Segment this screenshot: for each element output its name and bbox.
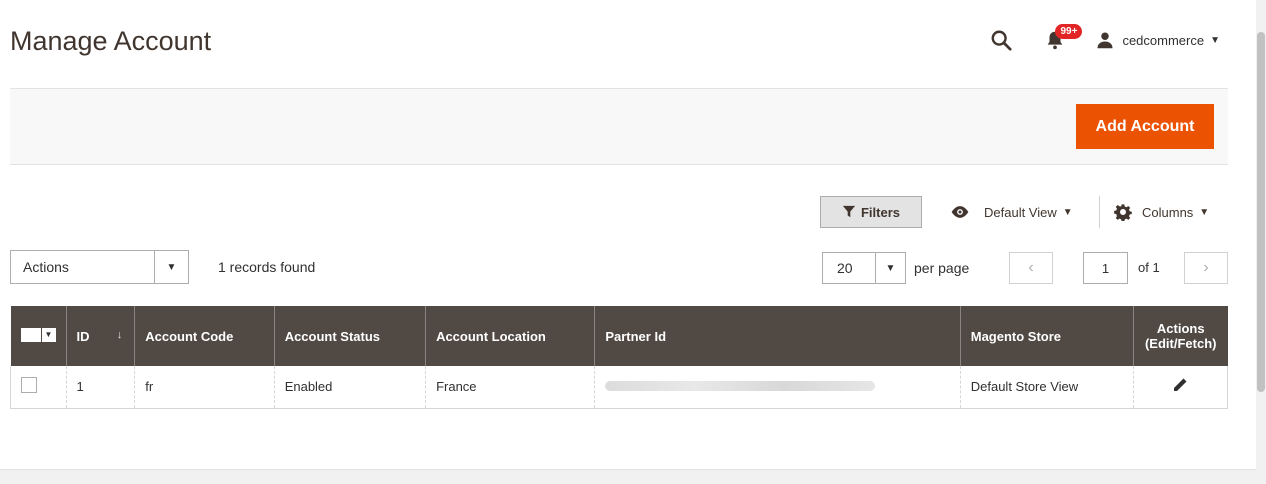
notifications[interactable]: 99+ [1044,24,1083,51]
vertical-scrollbar[interactable] [1256,0,1266,484]
accounts-grid: ▼ ID ↓ Account Code Account Status Accou… [10,306,1229,409]
column-header-id[interactable]: ID ↓ [65,306,135,366]
column-header-account-location[interactable]: Account Location [425,306,595,366]
grid-toolbar-bottom: Actions ▼ 1 records found 20 ▼ per page … [0,250,1266,286]
toolbar-divider [1099,196,1100,228]
grid-toolbar-top: Filters Default View ▼ Columns ▼ [0,196,1266,232]
row-select-cell [10,366,66,409]
column-header-partner-id[interactable]: Partner Id [594,306,961,366]
pencil-icon[interactable] [1172,377,1188,393]
redacted-partner-id [605,381,876,392]
caret-down-icon: ▼ [1210,34,1220,46]
columns-label: Columns [1142,204,1194,220]
sort-arrow-icon: ↓ [116,328,123,341]
row-checkbox[interactable] [21,377,37,394]
caret-down-icon: ▼ [1199,206,1210,218]
header-actions: 99+ cedcommerce ▼ [990,24,1220,54]
chevron-left-icon: ‹ [1028,259,1034,276]
per-page-select[interactable]: 20 ▼ [822,252,906,284]
cell-partner-id [594,366,961,409]
page-total: of 1 [1138,260,1160,275]
current-page-input[interactable]: 1 [1083,252,1128,284]
column-header-account-status[interactable]: Account Status [273,306,426,366]
table-row: 1 fr Enabled France Default Store View [10,366,1229,409]
view-label: Default View [984,204,1057,220]
cell-magento-store: Default Store View [959,366,1134,409]
page-header: Manage Account 99+ cedcommerce ▼ [0,0,1256,88]
view-switcher[interactable]: Default View ▼ [950,196,1073,228]
grid-header-row: ▼ ID ↓ Account Code Account Status Accou… [10,306,1228,366]
next-page-button[interactable]: › [1184,252,1228,284]
page-title: Manage Account [10,26,212,56]
cell-account-code: fr [134,366,275,409]
mass-actions-label: Actions [23,259,69,275]
column-header-magento-store[interactable]: Magento Store [959,306,1134,366]
mass-select[interactable]: ▼ [20,327,56,342]
cell-account-location: France [425,366,595,409]
chevron-right-icon: › [1203,259,1209,276]
column-header-actions: Actions (Edit/Fetch) [1132,306,1228,366]
column-header-account-code[interactable]: Account Code [134,306,275,366]
caret-down-icon: ▼ [875,253,905,283]
caret-down-icon: ▼ [154,251,188,283]
username: cedcommerce [1122,32,1205,48]
gear-icon [1114,204,1132,221]
per-page-label: per page [914,260,970,276]
mass-actions-select[interactable]: Actions ▼ [10,250,189,284]
search-icon[interactable] [990,29,1012,51]
filters-button[interactable]: Filters [820,196,922,228]
cell-id: 1 [65,366,135,409]
user-icon [1097,32,1113,49]
filter-icon [842,205,856,218]
add-account-button[interactable]: Add Account [1076,104,1214,149]
notification-badge: 99+ [1055,24,1083,39]
columns-switcher[interactable]: Columns ▼ [1114,196,1209,228]
per-page-value: 20 [837,260,853,276]
user-menu[interactable]: cedcommerce ▼ [1096,31,1220,49]
eye-icon [951,206,969,218]
cell-account-status: Enabled [273,366,426,409]
previous-page-button[interactable]: ‹ [1009,252,1053,284]
page-footer-area [0,469,1256,484]
caret-down-icon: ▼ [1062,206,1073,218]
page-actions-bar: Add Account [10,88,1228,165]
caret-down-icon: ▼ [41,327,56,342]
mass-select-header[interactable]: ▼ [10,306,66,366]
filters-label: Filters [860,204,900,220]
records-found: 1 records found [218,259,316,275]
scrollbar-thumb[interactable] [1257,32,1265,392]
cell-actions [1132,366,1229,409]
